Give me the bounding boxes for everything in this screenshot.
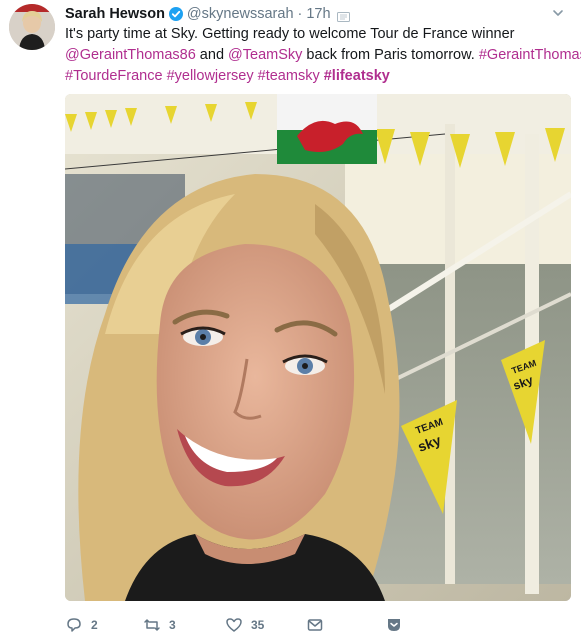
hashtag-link[interactable]: #teamsky	[258, 68, 320, 84]
hashtag-link[interactable]: #GeraintThomas	[479, 47, 581, 63]
translate-icon[interactable]	[336, 9, 350, 22]
display-name[interactable]: Sarah Hewson	[65, 6, 165, 22]
tweet-text-line: #TourdeFrance #yellowjersey #teamsky #li…	[65, 66, 570, 87]
tweet-photo[interactable]: TEAM sky TEAM sky	[65, 94, 571, 601]
like-button[interactable]: 35	[225, 614, 264, 636]
chevron-down-icon[interactable]	[551, 6, 565, 20]
bookmark-icon	[388, 619, 400, 631]
mention-link[interactable]: @TeamSky	[228, 47, 302, 63]
tweet-actions: 2 3 35	[65, 614, 405, 636]
message-button[interactable]	[306, 614, 324, 636]
tweet: Sarah Hewson @skynewssarah · 17h It's pa…	[0, 0, 581, 640]
tweet-text: It's party time at Sky. Getting ready to…	[65, 24, 581, 87]
hashtag-link[interactable]: #TourdeFrance	[65, 68, 163, 84]
timestamp[interactable]: 17h	[306, 6, 330, 22]
tweet-text-line: @GeraintThomas86 and @TeamSky back from …	[65, 45, 581, 66]
avatar[interactable]	[9, 4, 55, 50]
message-icon	[307, 619, 323, 631]
retweet-button[interactable]: 3	[143, 614, 176, 636]
separator-dot: ·	[297, 6, 303, 22]
reply-button[interactable]: 2	[65, 614, 98, 636]
user-handle[interactable]: @skynewssarah	[187, 6, 294, 22]
mention-link[interactable]: @GeraintThomas86	[65, 47, 196, 63]
tweet-text-line: It's party time at Sky. Getting ready to…	[65, 26, 515, 42]
tweet-text-fragment: and	[195, 47, 229, 63]
retweet-icon	[144, 619, 160, 631]
hashtag-link[interactable]: #lifeatsky	[324, 68, 390, 84]
tweet-header: Sarah Hewson @skynewssarah · 17h	[65, 4, 565, 24]
reply-count: 2	[91, 618, 98, 632]
verified-icon	[168, 7, 183, 21]
tweet-text-fragment: back from Paris tomorrow.	[302, 47, 479, 63]
bookmark-button[interactable]	[385, 614, 403, 636]
retweet-count: 3	[169, 618, 176, 632]
welsh-flag	[277, 94, 377, 164]
like-icon	[226, 618, 242, 632]
hashtag-link[interactable]: #yellowjersey	[167, 68, 254, 84]
like-count: 35	[251, 618, 265, 632]
reply-icon	[67, 618, 81, 632]
